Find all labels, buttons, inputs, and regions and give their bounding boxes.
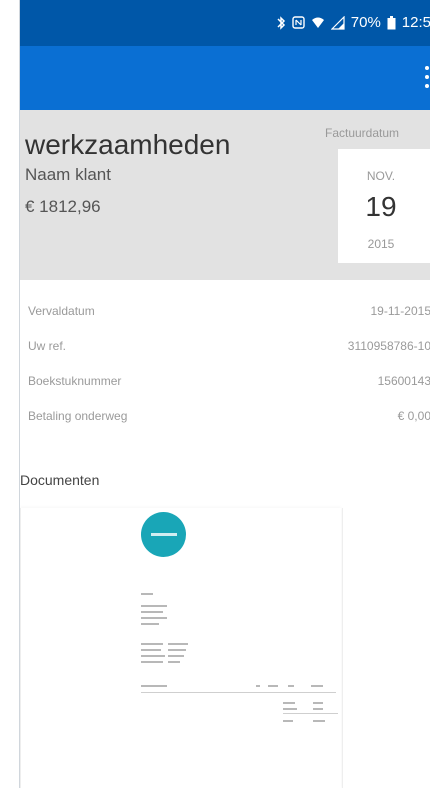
detail-row-document-number: Boekstuknummer 15600143 — [20, 364, 430, 399]
detail-value: 3110958786-10 — [347, 339, 430, 353]
invoice-date-label: Factuurdatum — [325, 126, 400, 140]
detail-label: Vervaldatum — [28, 304, 95, 318]
date-year: 2015 — [367, 237, 395, 251]
bluetooth-icon — [276, 15, 286, 30]
detail-value: 15600143 — [377, 374, 430, 388]
invoice-title: werkzaamheden — [25, 129, 231, 160]
status-icons: 70% 12:5 — [276, 14, 430, 31]
company-logo — [141, 512, 186, 557]
app-bar — [20, 46, 430, 110]
clock: 12:5 — [401, 14, 430, 31]
document-thumbnail[interactable] — [342, 508, 430, 788]
nfc-icon — [292, 16, 305, 29]
detail-row-reference: Uw ref. 3110958786-10 — [20, 329, 430, 364]
battery-icon — [387, 15, 396, 30]
invoice-amount: € 1812,96 — [25, 197, 101, 216]
invoice-header: werkzaamheden Naam klant € 1812,96 Factu… — [20, 110, 430, 280]
app-screen: 70% 12:5 werkzaamheden Naam klant € 1812… — [19, 0, 430, 788]
detail-label: Uw ref. — [28, 339, 67, 353]
date-day: 19 — [365, 191, 397, 222]
invoice-date-card: NOV. 19 2015 — [338, 149, 430, 263]
more-vertical-icon[interactable] — [423, 66, 430, 90]
date-month: NOV. — [366, 169, 396, 183]
detail-value: 19-11-2015 — [370, 304, 430, 318]
wifi-icon — [311, 16, 325, 30]
detail-label: Betaling onderweg — [28, 409, 128, 423]
detail-value: € 0,00 — [397, 409, 430, 423]
detail-label: Boekstuknummer — [28, 374, 122, 388]
detail-row-due-date: Vervaldatum 19-11-2015 — [20, 294, 430, 329]
client-name: Naam klant — [25, 165, 111, 184]
detail-row-payment-pending: Betaling onderweg € 0,00 — [20, 399, 430, 434]
documents-heading: Documenten — [20, 472, 100, 488]
battery-percent: 70% — [350, 14, 381, 31]
signal-icon — [330, 15, 345, 30]
status-bar: 70% 12:5 — [20, 0, 430, 46]
document-thumbnail[interactable] — [20, 508, 341, 788]
